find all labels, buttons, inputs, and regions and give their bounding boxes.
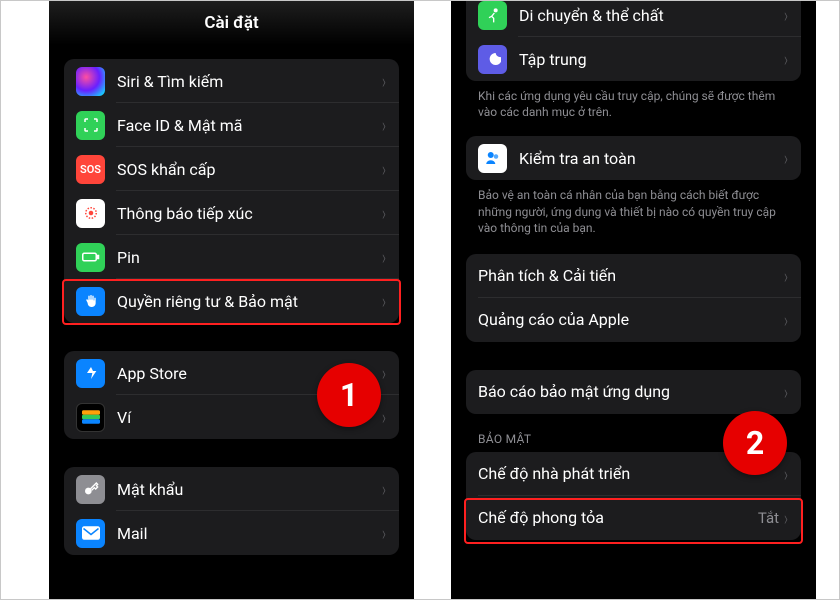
mail-icon — [76, 519, 105, 548]
wallet-icon — [76, 403, 105, 432]
row-safety-check[interactable]: Kiểm tra an toàn › — [466, 136, 801, 180]
row-exposure[interactable]: Thông báo tiếp xúc › — [64, 191, 399, 235]
sos-icon: SOS — [76, 155, 105, 184]
siri-icon — [76, 67, 105, 96]
row-apple-ads[interactable]: Quảng cáo của Apple › — [466, 298, 801, 342]
row-fitness[interactable]: Di chuyển & thể chất › — [466, 1, 801, 37]
screenshot-settings-main: Cài đặt Siri & Tìm kiếm › Face ID & Mật … — [49, 1, 414, 599]
chevron-right-icon: › — [784, 148, 788, 168]
step-badge-1: 1 — [317, 363, 381, 427]
chevron-right-icon: › — [382, 71, 386, 91]
chevron-right-icon: › — [382, 203, 386, 223]
lockdown-value: Tắt — [758, 509, 779, 527]
safety-icon — [478, 144, 507, 173]
key-icon — [76, 475, 105, 504]
row-focus[interactable]: Tập trung › — [466, 37, 801, 81]
row-privacy[interactable]: Quyền riêng tư & Bảo mật › — [64, 279, 399, 323]
row-analytics[interactable]: Phân tích & Cải tiến › — [466, 254, 801, 298]
fitness-icon — [478, 1, 507, 30]
row-siri[interactable]: Siri & Tìm kiếm › — [64, 59, 399, 103]
chevron-right-icon: › — [382, 523, 386, 543]
chevron-right-icon: › — [382, 479, 386, 499]
exposure-icon — [76, 199, 105, 228]
chevron-right-icon: › — [784, 464, 788, 484]
faceid-icon — [76, 111, 105, 140]
chevron-right-icon: › — [382, 291, 386, 311]
footer-access: Khi các ứng dụng yêu cầu truy cập, chúng… — [466, 81, 801, 120]
chevron-right-icon: › — [784, 310, 788, 330]
page-title: Cài đặt — [49, 1, 414, 45]
chevron-right-icon: › — [382, 363, 386, 383]
row-passwords[interactable]: Mật khẩu › — [64, 467, 399, 511]
chevron-right-icon: › — [382, 159, 386, 179]
focus-icon — [478, 45, 507, 74]
row-battery[interactable]: Pin › — [64, 235, 399, 279]
chevron-right-icon: › — [382, 407, 386, 427]
row-sos[interactable]: SOS SOS khẩn cấp › — [64, 147, 399, 191]
chevron-right-icon: › — [784, 382, 788, 402]
battery-icon — [76, 243, 105, 272]
hand-icon — [76, 287, 105, 316]
chevron-right-icon: › — [784, 508, 788, 528]
row-app-privacy-report[interactable]: Báo cáo bảo mật ứng dụng › — [466, 370, 801, 414]
chevron-right-icon: › — [784, 5, 788, 25]
chevron-right-icon: › — [784, 266, 788, 286]
row-lockdown-mode[interactable]: Chế độ phong tỏa Tắt › — [466, 496, 801, 540]
chevron-right-icon: › — [382, 115, 386, 135]
chevron-right-icon: › — [784, 49, 788, 69]
chevron-right-icon: › — [382, 247, 386, 267]
row-mail[interactable]: Mail › — [64, 511, 399, 555]
screenshot-privacy-detail: Di chuyển & thể chất › Tập trung › Khi c… — [451, 1, 816, 599]
step-badge-2: 2 — [723, 411, 787, 475]
row-faceid[interactable]: Face ID & Mật mã › — [64, 103, 399, 147]
appstore-icon — [76, 359, 105, 388]
footer-safety: Bảo vệ an toàn cá nhân của bạn bằng cách… — [466, 180, 801, 236]
